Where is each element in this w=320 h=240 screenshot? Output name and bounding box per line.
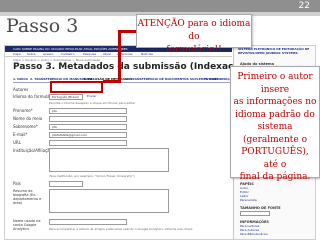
- nav-item-sobre[interactable]: Sobre: [27, 52, 36, 57]
- firstname-label: Prenome*: [13, 108, 33, 113]
- nav-item-pesquisa[interactable]: Pesquisa: [83, 52, 96, 57]
- fontsize-control[interactable]: [240, 211, 270, 216]
- instruction-line1: Primeiro o autor insere: [237, 72, 313, 95]
- url-label: URL: [13, 140, 21, 145]
- middlename-label: Nome do meio: [13, 116, 43, 121]
- instruction-line5: PORTUGUÊS), até o: [241, 147, 309, 170]
- instruction-line6: final da página.: [239, 172, 311, 182]
- section-heading: Autores: [13, 87, 29, 92]
- email-label: E-mail*: [13, 132, 28, 137]
- url-field[interactable]: [49, 140, 127, 146]
- highlight-connector-vertical: [118, 30, 121, 81]
- instruction-callout: Primeiro o autor insere as informações n…: [230, 66, 320, 182]
- sidebar-fontsize-heading: TAMANHO DE FONTE: [240, 206, 281, 210]
- slide-top-bar: [0, 0, 320, 12]
- instruction-line3: idioma padrão do: [235, 109, 315, 120]
- affiliation-hint: (Sua instituição, por exemplo: "Simon Fr…: [49, 174, 135, 178]
- nav-item-acesso[interactable]: Acesso: [43, 52, 53, 57]
- page-number: 22: [298, 1, 310, 11]
- nav-item-cadastro[interactable]: Cadastro: [61, 52, 74, 57]
- analytics-hint: Para acompanhar a leitura de artigos pub…: [49, 227, 193, 231]
- country-label: País: [13, 181, 21, 186]
- page-heading: Passo 3. Metadados da submissão (Indexaç…: [13, 62, 250, 72]
- middlename-field[interactable]: [49, 116, 127, 122]
- country-select[interactable]: [49, 181, 83, 187]
- submission-steps: 1. INÍCIO 2. TRANSFERÊNCIA DO MANUSCRITO…: [13, 76, 234, 83]
- email-field[interactable]: pfefafafafa@gmail.com: [49, 132, 127, 138]
- language-highlight-box: [50, 81, 103, 93]
- language-warning-line1: ATENÇÃO para o idioma do: [137, 19, 251, 42]
- bio-field[interactable]: [49, 189, 169, 213]
- affiliation-label: Instituição/Afiliação: [13, 148, 53, 153]
- lastname-label: Sobrenome*: [13, 124, 38, 129]
- language-submit-button[interactable]: Enviar: [87, 94, 96, 98]
- sidebar-role-reviewer[interactable]: Parecerista: [240, 198, 257, 202]
- instruction-line2: as informações no: [233, 97, 317, 107]
- language-note: Escolha o idioma desejado e clique em En…: [49, 101, 136, 105]
- sidebar-info-librarians[interactable]: Para Bibliotecários: [240, 232, 268, 236]
- nav-item-capa[interactable]: Capa: [13, 52, 21, 57]
- slide-title: Passo 3: [6, 15, 79, 37]
- lastname-field[interactable]: pfe: [49, 124, 127, 130]
- firstname-field[interactable]: pfe: [49, 108, 127, 114]
- highlight-connector-top: [118, 30, 137, 33]
- language-select[interactable]: Português (Brasil): [49, 94, 83, 100]
- highlight-connector-bottom: [103, 80, 121, 83]
- analytics-field[interactable]: [49, 219, 127, 225]
- analytics-label: Nome usado na conta Google Analytics: [13, 219, 41, 231]
- language-warning-line2: formulário!!: [166, 45, 222, 55]
- step-1[interactable]: 1. INÍCIO: [13, 76, 28, 83]
- affiliation-field[interactable]: [49, 148, 169, 172]
- language-warning-callout: ATENÇÃO para o idioma do formulário!!: [136, 14, 252, 55]
- bio-label: Resumo da biografia (Ex.: departamento e…: [13, 189, 42, 205]
- nav-item-atual[interactable]: Atual: [103, 52, 111, 57]
- instruction-line4: sistema (geralmente o: [242, 122, 308, 145]
